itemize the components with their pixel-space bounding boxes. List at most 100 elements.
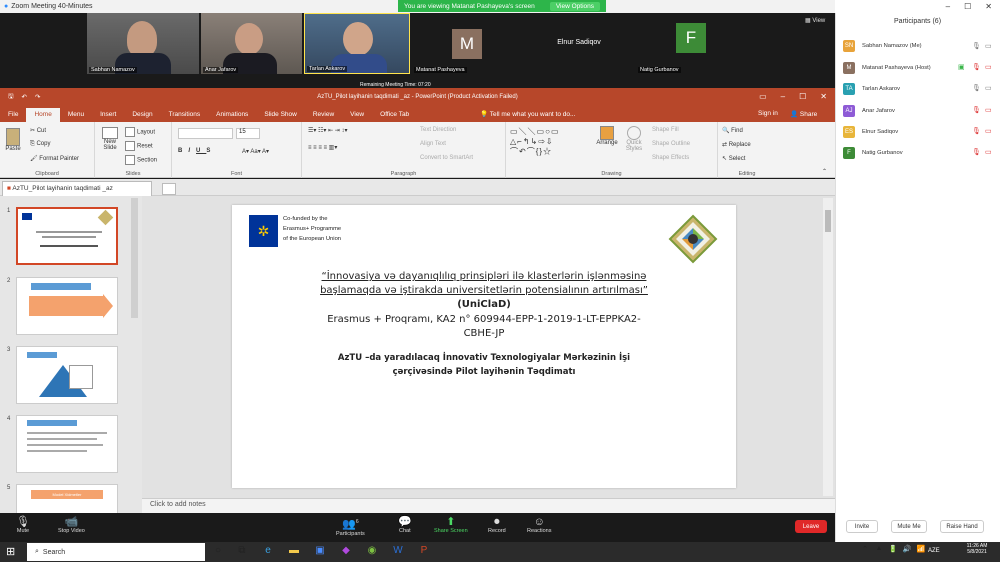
tab-review[interactable]: Review: [305, 108, 342, 122]
tab-office-tab[interactable]: Office Tab: [372, 108, 417, 122]
video-tile-tarlan[interactable]: Tarlan Askarov: [304, 13, 410, 74]
participant-row[interactable]: TA Tarlan Askarov: [843, 82, 900, 96]
mute-me-button[interactable]: Mute Me: [891, 520, 927, 533]
zoom-taskbar-icon[interactable]: ▣: [313, 545, 327, 556]
find-button[interactable]: 🔍 Find: [722, 127, 743, 134]
language-indicator[interactable]: AZE: [928, 548, 940, 554]
paste-button[interactable]: Paste: [3, 128, 23, 152]
slide-thumbnail-3[interactable]: [16, 346, 118, 404]
ribbon-display-icon[interactable]: ▭: [759, 92, 767, 101]
scrollbar-thumb[interactable]: [825, 210, 831, 232]
notes-pane[interactable]: Click to add notes: [142, 498, 835, 513]
video-tile-elnur[interactable]: Elnur Sadiqov: [524, 13, 634, 74]
slide-thumbnail-1[interactable]: [16, 207, 118, 265]
participant-row[interactable]: M Matanat Pashayeva (Host): [843, 61, 931, 75]
format-painter-button[interactable]: 🖌 Format Painter: [30, 155, 79, 162]
record-button[interactable]: ⏺ Record: [488, 516, 506, 534]
raise-hand-button[interactable]: Raise Hand: [940, 520, 984, 533]
font-size-box[interactable]: 15: [236, 128, 260, 139]
slide-thumbnail-4[interactable]: [16, 415, 118, 473]
arrange-button[interactable]: Arrange: [594, 126, 620, 146]
video-tile-natig[interactable]: F Natig Gurbanov: [636, 13, 746, 74]
shapes-gallery[interactable]: ▭＼＼▭○▭ △⌐↰↳⇨⇩ ⌒↶⌒{}☆: [510, 126, 560, 157]
tray-icons[interactable]: 🔊: [900, 545, 914, 553]
mic-muted-icon[interactable]: 🎙: [972, 63, 981, 71]
word-icon[interactable]: W: [391, 545, 405, 556]
leave-button[interactable]: Leave: [795, 520, 827, 533]
select-button[interactable]: ↖ Select: [722, 155, 745, 162]
font-format-buttons[interactable]: BIUS: [178, 148, 216, 154]
participant-row[interactable]: ES Elnur Sadiqov: [843, 125, 898, 139]
tab-menu[interactable]: Menu: [60, 108, 92, 122]
video-tile-sabhan[interactable]: Sabhan Namazov: [87, 13, 199, 74]
view-button[interactable]: ▦ View: [805, 17, 825, 24]
collapse-ribbon-icon[interactable]: ⌃: [822, 168, 827, 175]
tray-icons[interactable]: ⌃: [858, 545, 872, 553]
chrome-icon[interactable]: ◉: [365, 545, 379, 556]
shape-effects-button[interactable]: Shape Effects: [652, 155, 689, 161]
video-off-icon[interactable]: ▭: [985, 127, 992, 135]
video-off-icon[interactable]: ▭: [985, 63, 992, 71]
ppt-minimize-icon[interactable]: –: [781, 92, 785, 101]
thumbnail-scrollbar[interactable]: [131, 198, 138, 318]
video-tile-matanat[interactable]: M Matanat Pashayeva: [412, 13, 522, 74]
task-view-icon[interactable]: ⧉: [235, 545, 249, 556]
new-slide-button[interactable]: New Slide: [98, 127, 122, 151]
list-icons[interactable]: ☰▾ ☷▾ ⇤ ⇥ ↕▾: [308, 127, 348, 134]
cortana-icon[interactable]: ○: [211, 545, 225, 556]
mic-muted-icon[interactable]: 🎙: [972, 148, 981, 156]
video-off-icon[interactable]: ▭: [985, 106, 992, 114]
tab-design[interactable]: Design: [124, 108, 160, 122]
view-options-button[interactable]: View Options: [549, 1, 600, 11]
mic-muted-icon[interactable]: 🎙: [972, 106, 981, 114]
participants-button[interactable]: 👥6 Participants: [336, 516, 365, 537]
tab-slide-show[interactable]: Slide Show: [256, 108, 305, 122]
participant-row[interactable]: AJ Anar Jafarov: [843, 104, 895, 118]
windows-start-icon[interactable]: ⊞: [6, 545, 15, 558]
replace-button[interactable]: ⇄ Replace: [722, 141, 751, 148]
video-off-icon[interactable]: ▭: [985, 148, 992, 156]
shape-fill-button[interactable]: Shape Fill: [652, 127, 679, 133]
mic-muted-icon[interactable]: 🎙: [972, 127, 981, 135]
tab-transitions[interactable]: Transitions: [161, 108, 209, 122]
file-explorer-icon[interactable]: ▬: [287, 545, 301, 556]
tray-icons[interactable]: 🔋: [886, 545, 900, 553]
video-tile-anar[interactable]: Anar Jafarov: [201, 13, 302, 74]
taskbar-search[interactable]: ⌕ Search: [27, 543, 205, 561]
tray-icons[interactable]: 📶: [914, 545, 928, 553]
close-icon[interactable]: ✕: [985, 2, 992, 11]
participant-row[interactable]: SN Sabhan Namazov (Me): [843, 39, 922, 53]
slide-canvas[interactable]: [232, 205, 736, 488]
tab-animations[interactable]: Animations: [208, 108, 256, 122]
taskbar-clock[interactable]: 11:26 AM 5/8/2021: [960, 543, 994, 555]
participant-row[interactable]: F Natig Gurbanov: [843, 146, 903, 160]
reactions-button[interactable]: ☺ Reactions: [527, 516, 551, 534]
reset-button[interactable]: Reset: [125, 141, 153, 151]
microphone-icon[interactable]: 🎙: [972, 84, 981, 92]
teams-icon[interactable]: ◆: [339, 545, 353, 556]
align-icons[interactable]: ≡ ≡ ≡ ≡ ▥▾: [308, 144, 337, 151]
copy-button[interactable]: ⎘ Copy: [30, 141, 50, 148]
section-button[interactable]: Section: [125, 155, 157, 165]
share-button[interactable]: 👤 Share: [790, 110, 817, 118]
document-tab[interactable]: ■ AzTU_Pilot layihanin taqdimati _az: [2, 181, 152, 196]
edge-icon[interactable]: e: [261, 545, 275, 556]
stop-video-button[interactable]: 📹 Stop Video: [58, 516, 85, 534]
tab-insert[interactable]: Insert: [92, 108, 124, 122]
minimize-icon[interactable]: –: [946, 2, 950, 11]
slide-scrollbar[interactable]: [823, 198, 833, 496]
chat-button[interactable]: 💬 Chat: [398, 516, 412, 534]
new-tab-button[interactable]: [162, 183, 176, 195]
mute-button[interactable]: 🎙 Mute: [16, 516, 30, 534]
quick-styles-button[interactable]: Quick Styles: [622, 126, 646, 152]
ppt-maximize-icon[interactable]: ☐: [799, 92, 806, 101]
video-camera-icon[interactable]: ▭: [985, 84, 992, 92]
tab-home[interactable]: Home: [26, 108, 60, 122]
cut-button[interactable]: ✂ Cut: [30, 127, 46, 134]
powerpoint-taskbar-icon[interactable]: P: [417, 545, 431, 556]
convert-smartart-button[interactable]: Convert to SmartArt: [420, 155, 473, 161]
font-color-icon[interactable]: A▾ Aa▾ A▾: [242, 148, 269, 155]
shape-outline-button[interactable]: Shape Outline: [652, 141, 690, 147]
sign-in-link[interactable]: Sign in: [758, 110, 778, 117]
tray-icons[interactable]: ▲: [872, 545, 886, 552]
